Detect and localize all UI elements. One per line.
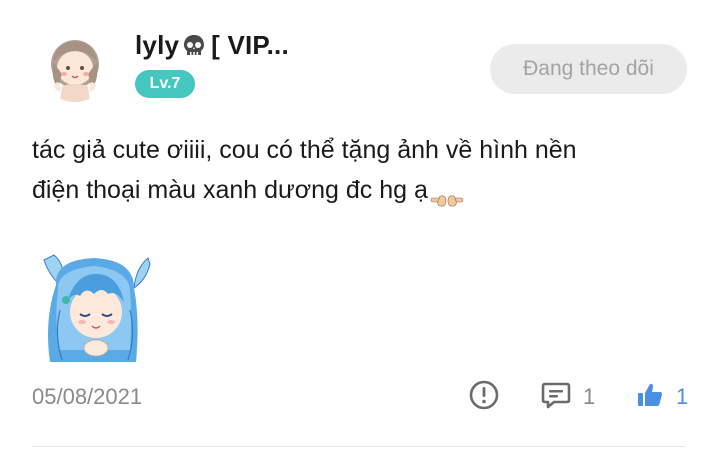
comment-bubble-icon <box>541 380 571 415</box>
username-suffix: [ VIP... <box>211 30 289 60</box>
comment-text-line-2: điện thoại màu xanh dương đc hg ạ <box>32 170 672 210</box>
username-text: lyly <box>135 30 180 60</box>
like-button[interactable]: 1 <box>636 380 688 414</box>
comment-card: lyly [ VIP... Lv.7 Đang theo dõi tác giả… <box>0 0 717 450</box>
comment-count: 1 <box>583 384 596 409</box>
report-button[interactable] <box>468 380 500 414</box>
sticker-image <box>36 250 151 365</box>
comment-text: tác giả cute ơiiii, cou có thể tặng ảnh … <box>32 130 672 210</box>
divider <box>32 446 685 447</box>
pointing-hands-icon <box>430 182 464 207</box>
exclamation-circle-icon <box>468 379 500 416</box>
comment-text-line-1: tác giả cute ơiiii, cou có thể tặng ảnh … <box>32 136 577 164</box>
like-count: 1 <box>676 384 689 409</box>
skull-icon <box>181 33 207 59</box>
avatar[interactable] <box>40 32 110 102</box>
following-button[interactable]: Đang theo dõi <box>490 44 687 94</box>
comment-text-line-2-text: điện thoại màu xanh dương đc hg ạ <box>32 176 428 204</box>
thumbs-up-icon <box>636 381 664 414</box>
level-badge: Lv.7 <box>135 70 195 98</box>
comment-button[interactable]: 1 <box>541 380 595 414</box>
username[interactable]: lyly [ VIP... <box>135 30 289 61</box>
post-date: 05/08/2021 <box>32 384 143 409</box>
